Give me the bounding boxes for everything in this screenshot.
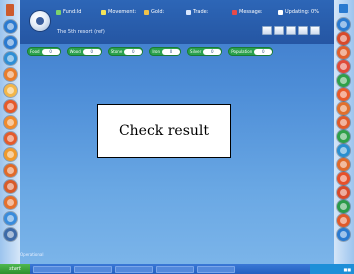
tab-food[interactable]: Food 0	[27, 47, 61, 56]
stat-trade: Trade:	[186, 9, 208, 15]
star-icon[interactable]	[4, 148, 17, 161]
ring-icon[interactable]	[337, 172, 350, 185]
tab-silver-label: Silver	[190, 49, 202, 54]
status-text: Operational	[20, 252, 44, 257]
taskbar-item[interactable]	[115, 265, 153, 273]
stat-gold: Gold:	[144, 9, 164, 15]
stat-message-label: Message:	[239, 9, 263, 15]
shield-icon[interactable]	[4, 68, 17, 81]
gold-icon	[144, 9, 149, 15]
scroll-icon[interactable]	[4, 84, 17, 97]
crown-icon[interactable]	[337, 102, 350, 115]
tab-population-label: Population	[231, 49, 253, 54]
compass-icon[interactable]	[337, 214, 350, 227]
message-icon	[232, 9, 237, 15]
resource-tabs: Food 0 Wood 0 Stone 0 Iron 0 Silver 0 Po…	[27, 47, 274, 56]
start-button[interactable]: start	[0, 264, 30, 274]
right-toolbar	[334, 0, 354, 264]
flag-icon[interactable]	[4, 132, 17, 145]
mail-icon[interactable]	[274, 26, 284, 35]
map-icon[interactable]	[4, 212, 17, 225]
header-bar: Fund:ld Movement: Gold: Trade: Message: …	[0, 0, 354, 44]
bell-icon[interactable]	[337, 74, 350, 87]
fund-icon	[56, 9, 61, 15]
stat-trade-label: Trade:	[193, 9, 209, 15]
taskbar-item[interactable]	[74, 265, 112, 273]
tray-clock-icon: ■■	[343, 266, 351, 272]
minimize-icon[interactable]	[298, 26, 308, 35]
pen-icon[interactable]	[337, 46, 350, 59]
settings-icon[interactable]	[286, 26, 296, 35]
castle-icon[interactable]	[337, 130, 350, 143]
stat-movement-label: Movement:	[108, 9, 137, 15]
tab-wood-value: 0	[82, 48, 101, 55]
taskbar-item[interactable]	[33, 265, 71, 273]
left-toolbar	[0, 0, 20, 264]
tab-population[interactable]: Population 0	[228, 47, 274, 56]
help-icon[interactable]	[262, 26, 272, 35]
taskbar-item[interactable]	[197, 265, 235, 273]
globe-icon[interactable]	[4, 52, 17, 65]
potion-icon[interactable]	[4, 196, 17, 209]
stat-fund: Fund:ld	[56, 9, 81, 15]
system-tray: ■■	[310, 264, 354, 274]
leaf-icon[interactable]	[337, 60, 350, 73]
stat-updating: Updating: 0%	[278, 9, 319, 15]
stat-gold-label: Gold:	[151, 9, 165, 15]
trade-icon	[186, 9, 191, 15]
header-tagline: The 5th resort (ref)	[57, 29, 105, 35]
player-avatar[interactable]	[30, 11, 50, 31]
check-result-dialog[interactable]: Check result	[97, 104, 231, 158]
mail-icon[interactable]	[337, 32, 350, 45]
tab-stone-value: 0	[124, 48, 143, 55]
game-window: Fund:ld Movement: Gold: Trade: Message: …	[0, 0, 354, 274]
hero-icon[interactable]	[4, 228, 17, 241]
tab-stone[interactable]: Stone 0	[107, 47, 144, 56]
stat-fund-label: Fund:ld	[63, 9, 82, 15]
tab-silver[interactable]: Silver 0	[187, 47, 223, 56]
movement-icon	[101, 9, 106, 15]
forward-icon[interactable]	[4, 36, 17, 49]
book-icon[interactable]	[339, 4, 348, 13]
coin-icon[interactable]	[4, 116, 17, 129]
anchor-icon[interactable]	[337, 116, 350, 129]
lighthouse-icon[interactable]	[6, 4, 14, 16]
sword-icon[interactable]	[4, 100, 17, 113]
tab-food-value: 0	[41, 48, 60, 55]
bow-icon[interactable]	[337, 200, 350, 213]
tab-iron[interactable]: Iron 0	[149, 47, 182, 56]
helmet-icon[interactable]	[337, 144, 350, 157]
shield-icon[interactable]	[337, 186, 350, 199]
tower-icon[interactable]	[4, 164, 17, 177]
tab-wood-label: Wood	[69, 49, 81, 54]
stat-updating-label: Updating: 0%	[285, 9, 319, 15]
scroll-icon[interactable]	[337, 228, 350, 241]
tab-food-label: Food	[30, 49, 40, 54]
window-toolbar	[262, 26, 320, 35]
torch-icon[interactable]	[337, 158, 350, 171]
tab-iron-label: Iron	[152, 49, 161, 54]
taskbar: start ■■	[0, 264, 354, 274]
gem-icon[interactable]	[4, 180, 17, 193]
tab-iron-value: 0	[162, 48, 181, 55]
update-icon	[278, 9, 283, 15]
close-icon[interactable]	[310, 26, 320, 35]
tab-population-value: 0	[254, 48, 273, 55]
tab-wood[interactable]: Wood 0	[66, 47, 102, 56]
stat-movement: Movement:	[101, 9, 136, 15]
dialog-text: Check result	[118, 123, 210, 139]
key-icon[interactable]	[337, 88, 350, 101]
arrow-up-icon[interactable]	[4, 20, 17, 33]
stat-message[interactable]: Message:	[232, 9, 263, 15]
tab-silver-value: 0	[203, 48, 222, 55]
chart-icon[interactable]	[337, 18, 350, 31]
tab-stone-label: Stone	[110, 49, 123, 54]
taskbar-item[interactable]	[156, 265, 194, 273]
